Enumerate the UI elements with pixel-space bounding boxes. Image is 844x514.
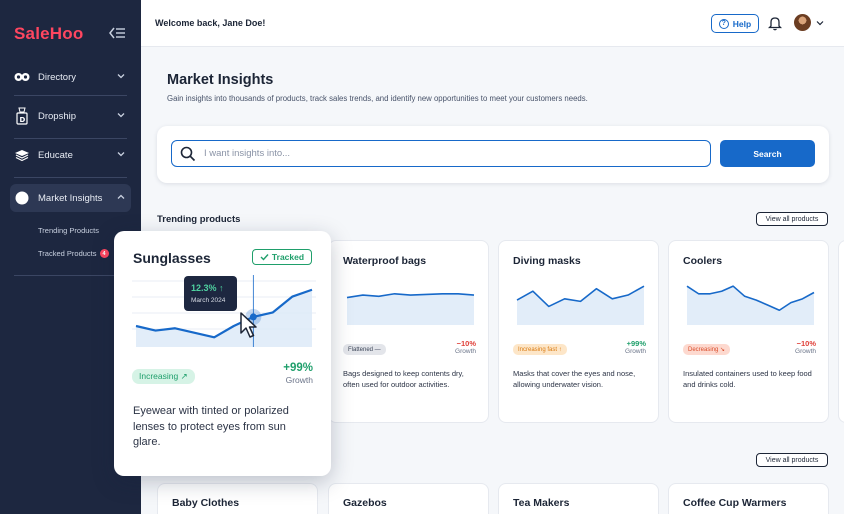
sparkline-area: [687, 286, 814, 325]
sparkline-area: [517, 286, 644, 325]
tracked-count-badge: 4: [99, 249, 109, 258]
growth-stat: −10% Growth: [795, 339, 816, 355]
check-icon: [260, 254, 269, 261]
sparkline-chart: [686, 285, 815, 325]
product-title: Baby Clothes: [172, 497, 240, 509]
product-description: Insulated containers used to keep food a…: [683, 369, 812, 389]
dropship-icon: D: [14, 107, 30, 125]
market-insights-icon: [14, 190, 30, 206]
product-card-tea-makers[interactable]: Tea Makers: [498, 483, 659, 514]
bell-icon[interactable]: [768, 15, 782, 31]
chevron-down-icon: [117, 74, 125, 79]
search-icon: [180, 146, 196, 162]
trending-products-heading: Trending products: [157, 214, 241, 225]
search-input[interactable]: I want insights into...: [171, 140, 711, 167]
search-button[interactable]: Search: [720, 140, 815, 167]
growth-stat: −10% Growth: [455, 339, 476, 355]
product-title: Waterproof bags: [343, 255, 427, 267]
product-title: Diving masks: [513, 255, 581, 267]
chart-tooltip: 12.3% ↑ March 2024: [184, 276, 237, 311]
sparkline-chart: [346, 292, 475, 325]
sidebar-item-label: Market Insights: [38, 192, 103, 204]
trend-badge: Decreasing ↘: [683, 344, 731, 355]
growth-stat: +99% Growth: [625, 339, 646, 355]
sparkline-chart: [516, 285, 645, 325]
collapse-sidebar-icon[interactable]: [108, 26, 126, 40]
product-title: Tea Makers: [513, 497, 570, 509]
product-card-baby-clothes[interactable]: Baby Clothes: [157, 483, 318, 514]
search-card: I want insights into... Search: [157, 126, 829, 183]
product-title: Sunglasses: [133, 250, 211, 266]
sidebar-item-label: Directory: [38, 71, 77, 83]
divider: [14, 138, 127, 139]
trend-badge: Increasing fast ↑: [513, 344, 567, 355]
sidebar-item-label: Dropship: [38, 110, 77, 122]
product-description: Bags designed to keep contents dry, ofte…: [343, 369, 464, 389]
trend-badge: Flattened —: [343, 344, 386, 355]
salehoo-logo[interactable]: SaleHoo: [14, 24, 83, 44]
tracked-badge[interactable]: Tracked: [252, 249, 312, 265]
product-card-diving-masks[interactable]: Diving masks Increasing fast ↑ +99% Grow…: [498, 240, 659, 423]
sidebar-subitem-trending-products[interactable]: Trending Products: [38, 226, 99, 235]
divider: [14, 95, 127, 96]
help-button[interactable]: ? Help: [711, 14, 759, 33]
product-card-coffee-cup-warmers[interactable]: Coffee Cup Warmers: [668, 483, 829, 514]
product-card-waterproof-bags[interactable]: Waterproof bags Flattened — −10% Growth …: [328, 240, 489, 423]
divider: [14, 275, 127, 276]
chevron-down-icon[interactable]: [816, 20, 824, 26]
product-card-partial[interactable]: [838, 240, 844, 423]
product-title: Coolers: [683, 255, 723, 267]
sidebar-item-directory[interactable]: Directory: [10, 63, 131, 91]
chevron-down-icon: [117, 113, 125, 118]
chevron-up-icon: [117, 194, 125, 199]
sidebar-subitem-tracked-products[interactable]: Tracked Products 4: [38, 249, 109, 258]
page-title: Market Insights: [167, 72, 274, 88]
product-title: Coffee Cup Warmers: [683, 497, 787, 509]
divider: [14, 177, 127, 178]
search-placeholder: I want insights into...: [204, 148, 291, 159]
avatar[interactable]: [794, 14, 811, 31]
top-header: Welcome back, Jane Doe! ? Help: [141, 0, 844, 47]
product-description: Masks that cover the eyes and nose, allo…: [513, 369, 636, 389]
growth-stat: +99% Growth: [283, 362, 313, 385]
mouse-cursor-icon: [240, 312, 257, 338]
product-card-gazebos[interactable]: Gazebos: [328, 483, 489, 514]
sparkline-area: [347, 293, 474, 325]
sidebar-item-dropship[interactable]: D Dropship: [10, 102, 131, 130]
svg-text:D: D: [20, 116, 26, 124]
product-description: Eyewear with tinted or polarized lenses …: [133, 405, 289, 449]
view-all-products-button-2[interactable]: View all products: [756, 453, 828, 467]
sidebar-item-educate[interactable]: Educate: [10, 141, 131, 169]
view-all-products-button[interactable]: View all products: [756, 212, 828, 226]
educate-icon: [14, 147, 30, 163]
chevron-down-icon: [117, 152, 125, 157]
featured-product-card-sunglasses[interactable]: Sunglasses Tracked 12.3% ↑ March 2024 In…: [114, 231, 331, 476]
page-subtitle: Gain insights into thousands of products…: [167, 94, 588, 103]
question-icon: ?: [718, 18, 729, 29]
sidebar-item-market-insights[interactable]: Market Insights: [10, 184, 131, 212]
product-card-coolers[interactable]: Coolers Decreasing ↘ −10% Growth Insulat…: [668, 240, 829, 423]
sidebar-item-label: Educate: [38, 149, 73, 161]
product-title: Gazebos: [343, 497, 387, 509]
trend-badge: Increasing ↗: [132, 369, 195, 384]
directory-icon: [14, 69, 30, 85]
welcome-message: Welcome back, Jane Doe!: [155, 18, 266, 28]
